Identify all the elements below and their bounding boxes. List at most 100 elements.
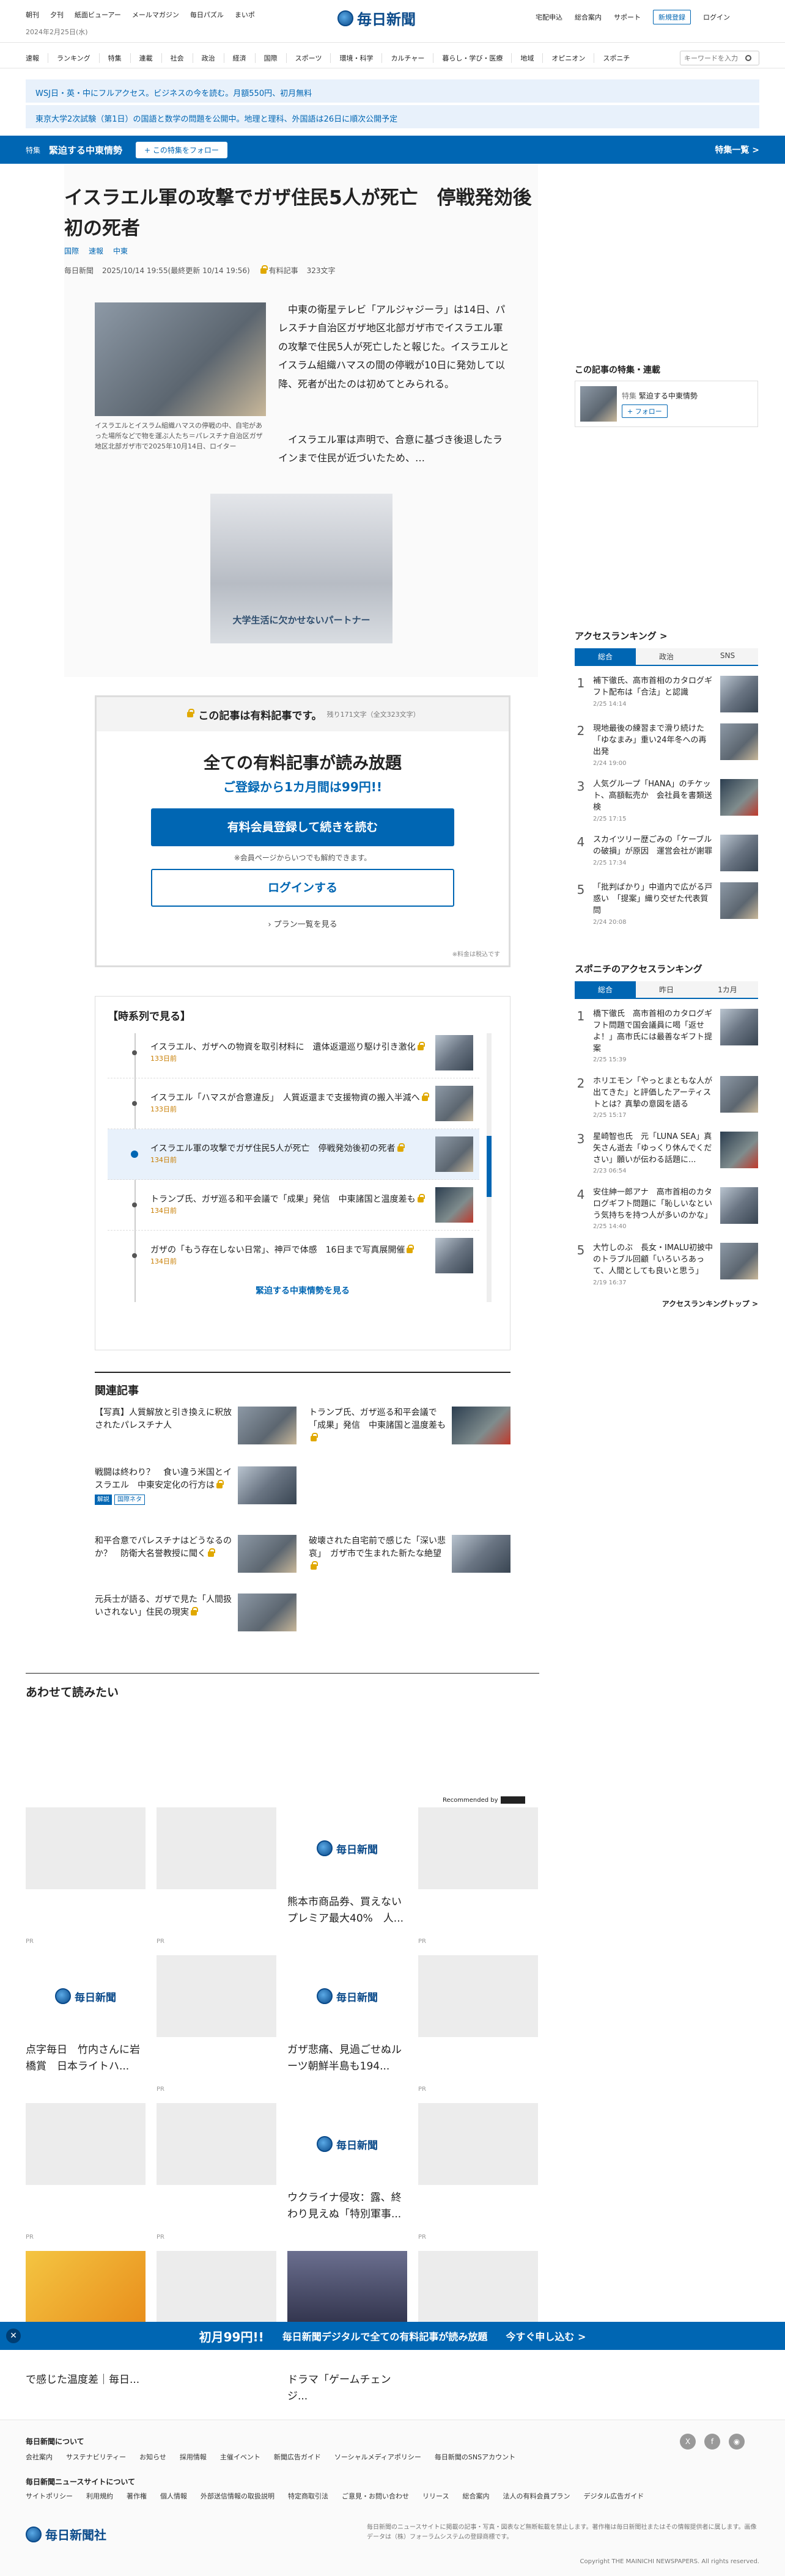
footer-link[interactable]: お知らせ [139,2452,166,2462]
related-item[interactable]: トランプ氏、ガザ巡る和平会議で「成果」発信 中東諸国と温度差も [309,1407,510,1445]
ranking-tab[interactable]: 政治 [636,648,697,665]
sponichi-item[interactable]: 4 安住紳一郎アナ 高市首相のカタログギフト問題に「恥しいなという気持ちを持つ人が… [575,1187,758,1232]
footer-link[interactable]: 総合案内 [462,2491,489,2501]
category-sokuho[interactable]: 速報 [89,246,103,256]
timeline-scroll-thumb[interactable] [487,1136,492,1197]
footer-link[interactable]: 著作権 [127,2491,147,2501]
top-link-viewer[interactable]: 紙面ビューアー [75,10,121,20]
related-item[interactable]: 元兵士が語る、ガザで見た「人間扱いされない」住民の現実 [95,1594,297,1631]
recommend-card[interactable]: PR [157,1955,276,2093]
recommend-card[interactable]: PR [418,2103,538,2241]
footer-link[interactable]: 特定商取引法 [288,2491,328,2501]
close-icon[interactable]: ✕ [6,2329,21,2343]
timeline-scrollbar[interactable] [487,1033,492,1302]
footer-link[interactable]: 毎日新聞のSNSアカウント [435,2452,515,2462]
search-box[interactable] [680,51,759,65]
article-ad[interactable]: 大学生活に欠かせないパートナー [210,494,392,643]
related-item[interactable]: 【写真】人質解放と引き換えに釈放されたパレスチナ人 [95,1407,297,1444]
timeline-item[interactable]: イスラエル「ハマスが合意違反」 人質返還まで支援物資の搬入半減へ 133日前 [108,1078,479,1129]
info-banner-1[interactable]: WSJ日・英・中にフルアクセス。ビジネスの今を読む。月額550円、初月無料 [26,79,759,103]
ranking-item[interactable]: 2 現地最後の練習まで滑り続けた「ゆなまみ」重い24年冬への再出発 2/24 19:… [575,723,758,768]
ranking-tab[interactable]: 総合 [575,648,636,665]
related-item[interactable]: 和平合意でパレスチナはどうなるのか？ 防衛大名誉教授に聞く [95,1535,297,1573]
nav-item-world[interactable]: 国際 [256,53,287,63]
sidebar-follow-button[interactable]: + フォロー [622,404,668,418]
ranking-item[interactable]: 5 「批判ばかり」中道内で広がる戸惑い 「提案」織り交ぜた代表質問 2/24 20:… [575,882,758,927]
facebook-icon[interactable]: f [704,2434,720,2450]
sidebar-feature-name[interactable]: 緊迫する中東情勢 [639,392,698,400]
sponichi-tab[interactable]: 総合 [575,981,636,998]
top-link-evening[interactable]: 夕刊 [50,10,64,20]
sponichi-item[interactable]: 3 星崎智也氏 元「LUNA SEA」真矢さん逝去「ゆっくり休んでください」願いが… [575,1131,758,1176]
timeline-more-link[interactable]: 緊迫する中東情勢を見る [108,1284,498,1297]
footer-link[interactable]: リリース [422,2491,449,2501]
top-right-support[interactable]: サポート [614,12,641,22]
recommend-card[interactable]: PR [418,1955,538,2093]
site-logo[interactable]: 毎日新聞 [337,7,416,29]
sponichi-item[interactable]: 5 大竹しのぶ 長女・IMALU初披中のトラブル回顧「いろいろあって、人間としても… [575,1242,758,1287]
footer-link[interactable]: 主催イベント [220,2452,260,2462]
top-link-mail[interactable]: メールマガジン [132,10,179,20]
footer-link[interactable]: 新聞広告ガイド [274,2452,321,2462]
recommend-card[interactable] [418,2251,538,2333]
rss-icon[interactable]: ◉ [729,2434,745,2450]
signup-button[interactable]: 新規登録 [653,10,691,24]
footer-link[interactable]: サステナビリティー [66,2452,126,2462]
ranking-item[interactable]: 4 スカイツリー歴ごみの「ケーブルの破損」が原因 運営会社が謝罪 2/25 17:3… [575,835,758,872]
nav-item-sports[interactable]: スポーツ [287,53,331,63]
footer-link[interactable]: デジタル広告ガイド [583,2491,644,2501]
feature-follow-button[interactable]: + この特集をフォロー [136,141,227,158]
article-photo[interactable] [95,302,266,416]
footer-link[interactable]: 採用情報 [180,2452,207,2462]
related-item[interactable]: 破壊された自宅前で感じた「深い悲哀」 ガザ市で生まれた新たな絶望 [309,1535,510,1573]
nav-item-politics[interactable]: 政治 [193,53,224,63]
related-item[interactable]: 戦闘は終わり？ 食い違う米国とイスラエル 中東安定化の行方は 解説 国際ネタ [95,1466,297,1505]
top-link-morning[interactable]: 朝刊 [26,10,39,20]
sponichi-item[interactable]: 2 ホリエモン「やっとまともな人が出てきた」と評価したアーティストとは？真摯の意図… [575,1075,758,1121]
sticky-cta[interactable]: 今すぐ申し込む > [506,2329,586,2343]
recommend-card[interactable]: 毎日新聞 熊本市商品券、買えないプレミア最大40% 人... [287,1807,407,1927]
category-mideast[interactable]: 中東 [113,246,128,256]
recommend-card[interactable]: 毎日新聞 ガザ悲痛、見過ごせぬルーツ朝鮮半島も194... [287,1955,407,2075]
subscribe-button[interactable]: 有料会員登録して続きを読む [151,808,454,846]
ranking-title[interactable]: アクセスランキング > [575,629,758,642]
recommend-card[interactable] [157,2251,276,2333]
footer-link[interactable]: 法人の有料会員プラン [503,2491,570,2501]
recommend-card[interactable]: PR [418,1807,538,1945]
top-right-info[interactable]: 総合案内 [575,12,602,22]
nav-item-life[interactable]: 暮らし・学び・医療 [433,53,512,63]
timeline-item[interactable]: ガザの「もう存在しない日常」、神戸で体感 16日まで写真展開催 134日前 [108,1231,479,1281]
sponichi-tab[interactable]: 昨日 [636,981,697,998]
nav-item-sponichi[interactable]: スポニチ [594,53,638,63]
nav-item-culture[interactable]: カルチャー [382,53,434,63]
plans-link[interactable]: › プラン一覧を見る [97,918,509,929]
x-icon[interactable]: X [680,2434,696,2450]
timeline-item[interactable]: イスラエル、ガザへの物資を取引材料に 遺体返還巡り駆け引き激化 133日前 [108,1028,479,1078]
nav-item-science[interactable]: 環境・科学 [331,53,383,63]
recommend-card[interactable]: PR [157,2103,276,2241]
search-icon[interactable] [745,55,751,61]
nav-item-society[interactable]: 社会 [162,53,193,63]
ranking-top-link[interactable]: アクセスランキングトップ > [575,1298,758,1309]
top-right-delivery[interactable]: 宅配申込 [536,12,562,22]
footer-link[interactable]: 外部送信情報の取扱説明 [201,2491,275,2501]
recommend-card[interactable]: PR [157,1807,276,1945]
footer-link[interactable]: サイトポリシー [26,2491,73,2501]
nav-item-economy[interactable]: 経済 [224,53,256,63]
recommend-card[interactable]: PR [26,2103,146,2241]
ranking-item[interactable]: 3 人気グループ「HANA」のチケット、高額転売か 会社員を書類送検 2/25 17… [575,779,758,824]
nav-item-series[interactable]: 連載 [131,53,162,63]
search-input[interactable] [684,54,745,62]
footer-link[interactable]: 利用規約 [86,2491,113,2501]
nav-item-ranking[interactable]: ランキング [48,53,100,63]
sponichi-item[interactable]: 1 橋下徹氏 高市首相のカタログギフト問題で国会議員に喝「返せよ！」高市氏には最善… [575,1009,758,1065]
feature-list-link[interactable]: 特集一覧 > [715,144,759,156]
info-banner-2[interactable]: 東京大学2次試験（第1日）の国語と数学の問題を公開中。地理と理科、外国語は26日… [26,105,759,128]
top-link-maipo[interactable]: まいポ [235,10,255,20]
recommend-card[interactable]: で感じた温度差｜毎日... [26,2251,146,2388]
category-world[interactable]: 国際 [64,246,79,256]
recommend-card[interactable]: PR [26,1807,146,1945]
sponichi-tab[interactable]: 1カ月 [697,981,758,998]
footer-link[interactable]: 個人情報 [160,2491,187,2501]
nav-item-local[interactable]: 地域 [512,53,544,63]
